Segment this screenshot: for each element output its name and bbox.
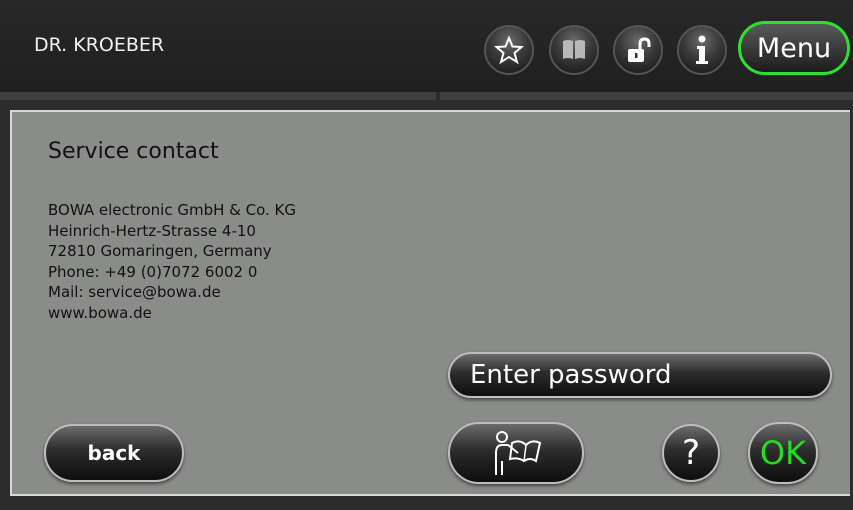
service-address: BOWA electronic GmbH & Co. KG Heinrich-H…	[48, 200, 296, 323]
ok-button[interactable]: OK	[748, 422, 818, 484]
reading-person-icon	[495, 431, 542, 475]
address-line: BOWA electronic GmbH & Co. KG	[48, 201, 296, 219]
address-line: Phone: +49 (0)7072 6002 0	[48, 262, 258, 281]
user-name: DR. KROEBER	[34, 34, 165, 56]
info-button[interactable]	[677, 25, 727, 75]
header-divider	[0, 92, 853, 100]
manual-book-button[interactable]	[549, 25, 599, 75]
menu-button[interactable]: Menu	[738, 21, 850, 75]
info-icon	[696, 35, 708, 64]
address-line: www.bowa.de	[48, 303, 152, 322]
address-line: 72810 Gomaringen, Germany	[48, 242, 272, 260]
address-line: Mail: service@bowa.de	[48, 283, 221, 301]
address-line: Heinrich-Hertz-Strasse 4-10	[48, 221, 256, 240]
page-title: Service contact	[48, 139, 219, 164]
enter-password-button[interactable]: Enter password	[448, 352, 832, 398]
footer-bar	[0, 497, 853, 510]
lock-button[interactable]	[613, 25, 663, 75]
book-icon	[563, 40, 585, 59]
back-button[interactable]: back	[44, 424, 184, 482]
user-manual-button[interactable]	[448, 422, 584, 484]
favorites-button[interactable]	[484, 25, 534, 75]
help-button[interactable]: ?	[662, 424, 720, 482]
star-icon	[494, 35, 524, 65]
unlock-icon	[628, 37, 651, 62]
